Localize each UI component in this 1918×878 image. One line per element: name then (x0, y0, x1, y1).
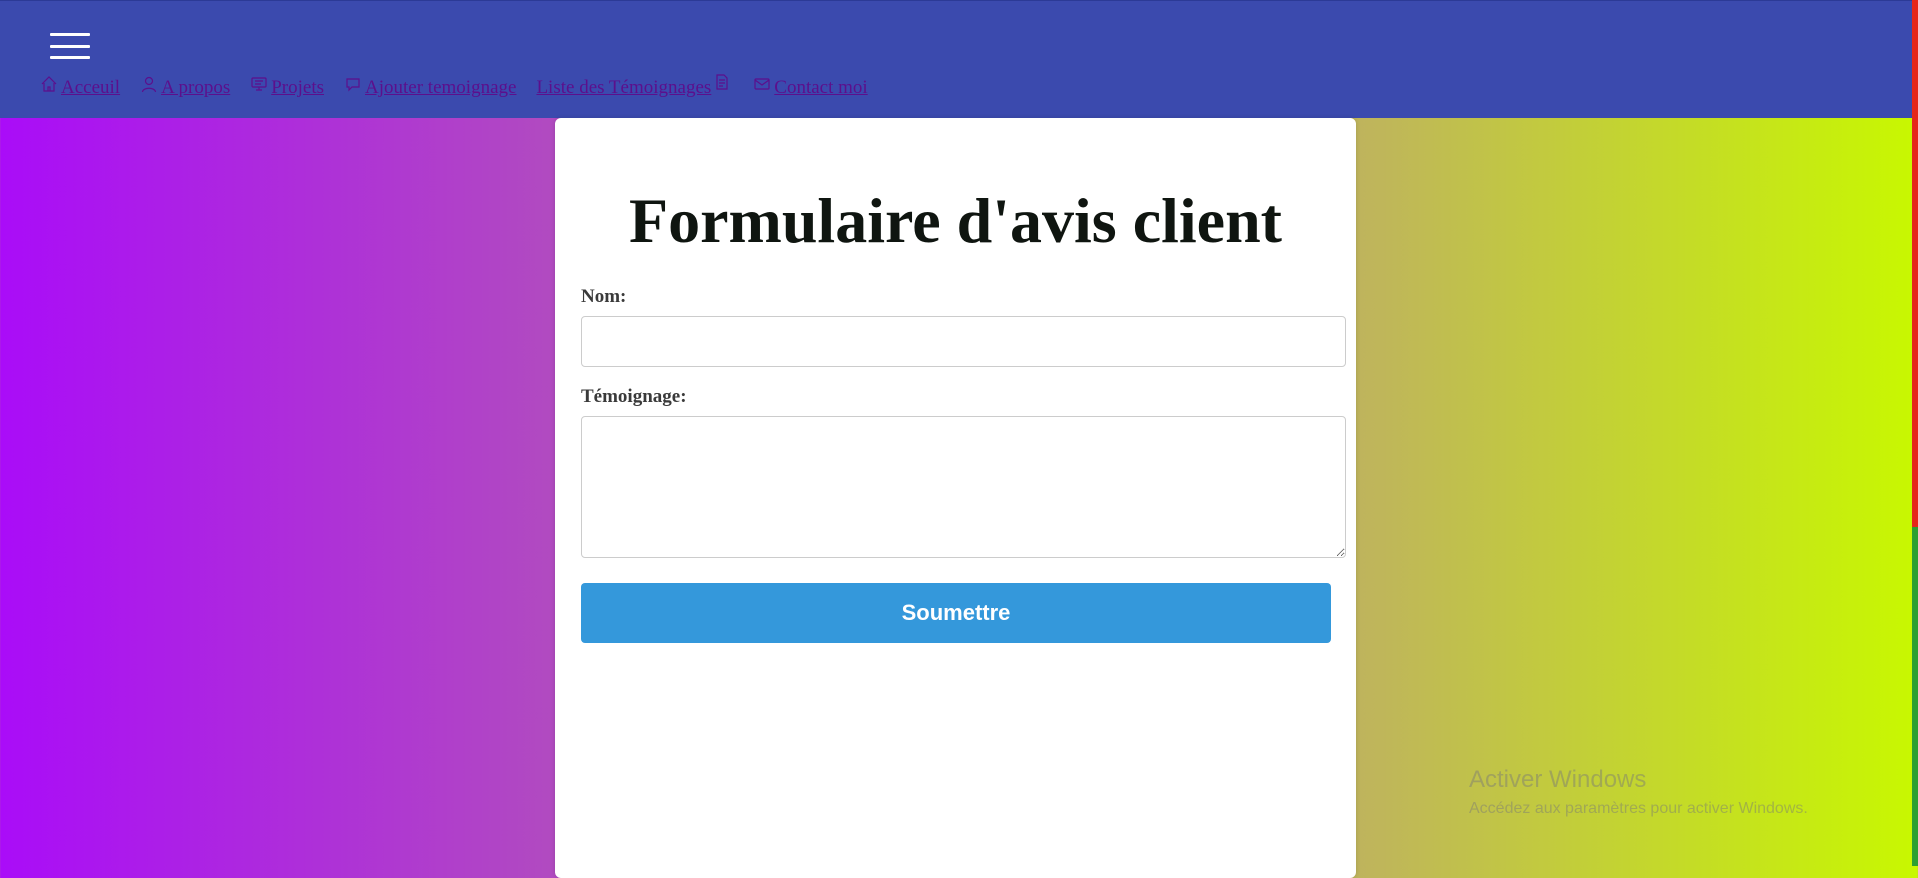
menu-line (50, 44, 90, 48)
nav-item-contact: Contact moi (753, 75, 868, 99)
chat-icon (346, 78, 360, 92)
watermark-title: Activer Windows (1469, 766, 1647, 793)
testimony-textarea[interactable] (581, 416, 1346, 558)
nav-link-contact[interactable]: Contact moi (774, 77, 867, 99)
name-input[interactable] (581, 316, 1346, 367)
nav-item-home: Acceuil (40, 75, 120, 99)
mail-icon (754, 78, 770, 90)
main-nav: Acceuil A propos Projets Ajouter temoign… (40, 73, 888, 99)
menu-line (50, 33, 90, 36)
submit-button[interactable]: Soumettre (581, 583, 1331, 643)
watermark-subtitle: Accédez aux paramètres pour activer Wind… (1469, 800, 1808, 817)
document-icon (716, 74, 728, 90)
nav-link-projects[interactable]: Projets (271, 77, 324, 99)
nav-item-testimony-list: Liste des Témoignages (536, 73, 751, 99)
nav-link-add-testimony[interactable]: Ajouter temoignage (365, 77, 516, 99)
monitor-icon (251, 77, 267, 91)
user-icon (141, 76, 157, 93)
scrollbar-edge-green (1912, 527, 1918, 866)
scrollbar-edge-red (1912, 0, 1918, 527)
hamburger-menu-icon[interactable] (46, 29, 94, 63)
form-title: Formulaire d'avis client (629, 185, 1282, 256)
nav-item-add-testimony: Ajouter temoignage (344, 75, 516, 99)
nav-link-home[interactable]: Acceuil (61, 77, 120, 99)
menu-line (50, 56, 90, 59)
nav-link-about[interactable]: A propos (161, 77, 230, 99)
nav-link-testimony-list[interactable]: Liste des Témoignages (536, 77, 711, 99)
testimony-label: Témoignage: (581, 386, 687, 407)
nav-item-projects: Projets (250, 75, 324, 99)
windows-activation-watermark: Activer Windows Accédez aux paramètres p… (1469, 766, 1808, 818)
home-icon (41, 76, 57, 92)
top-navbar: Acceuil A propos Projets Ajouter temoign… (0, 0, 1912, 118)
name-label: Nom: (581, 286, 627, 307)
nav-item-about: A propos (140, 75, 230, 99)
